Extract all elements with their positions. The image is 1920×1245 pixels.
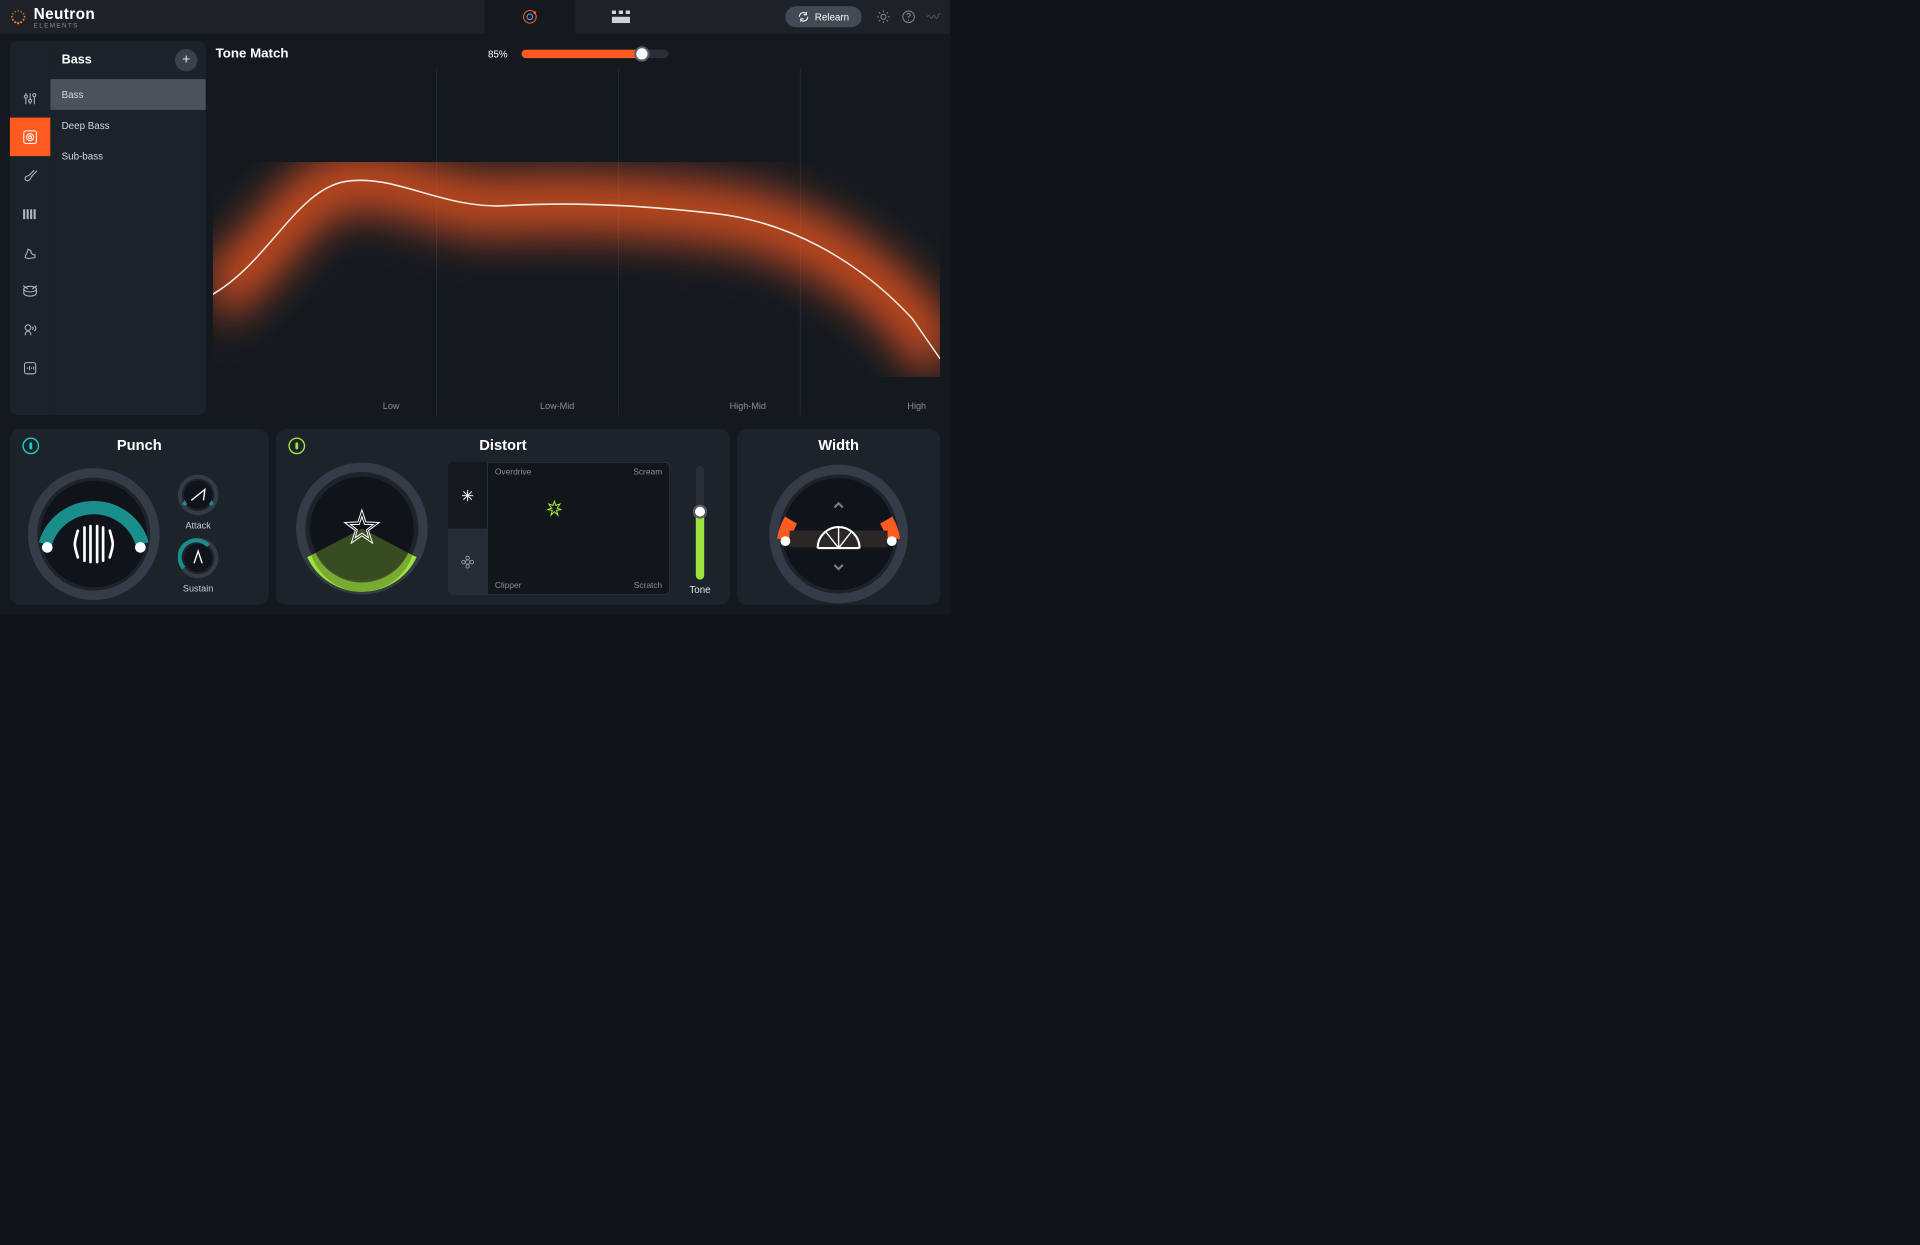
sidebar-category-voice[interactable] (10, 310, 51, 349)
sidebar-category-sliders[interactable] (10, 79, 51, 118)
punch-title: Punch (10, 438, 269, 455)
app-name: Neutron (34, 5, 95, 23)
relearn-button[interactable]: Relearn (785, 6, 861, 27)
sidebar-category-bass[interactable] (10, 118, 51, 156)
sidebar-item-sub-bass[interactable]: Sub-bass (50, 141, 205, 172)
sidebar-category-clip[interactable] (10, 349, 51, 388)
help-icon[interactable] (901, 9, 916, 24)
app-logo: Neutron ELEMENTS (8, 5, 95, 29)
tone-match-percent: 85% (488, 48, 508, 59)
tone-match-title: Tone Match (216, 46, 289, 61)
spectrum-display[interactable]: Low Low-Mid High-Mid High (213, 69, 940, 416)
add-preset-button[interactable]: + (175, 49, 197, 71)
tone-slider[interactable] (696, 466, 704, 579)
pad-cursor-icon (546, 500, 563, 517)
sustain-knob[interactable] (178, 537, 219, 578)
wave-icon[interactable] (926, 9, 941, 24)
sidebar-category-brass[interactable] (10, 233, 51, 272)
relearn-icon (798, 11, 809, 22)
width-title: Width (737, 438, 940, 455)
header-tabs (484, 0, 666, 34)
pad-label-clipper: Clipper (488, 576, 529, 594)
pad-label-scratch: Scratch (627, 576, 669, 594)
freq-label-high: High (840, 400, 940, 411)
freq-label-highmid: High-Mid (656, 400, 840, 411)
distort-style-tab-1[interactable] (448, 462, 487, 529)
freq-label-lowmid: Low-Mid (459, 400, 656, 411)
gear-icon[interactable] (876, 9, 891, 24)
tab-detail[interactable] (575, 0, 666, 34)
detail-icon (612, 11, 630, 24)
sustain-label: Sustain (178, 583, 219, 594)
attack-label: Attack (178, 520, 219, 531)
distort-title: Distort (276, 437, 730, 454)
distort-power-button[interactable] (288, 437, 305, 454)
pad-label-scream: Scream (626, 463, 669, 481)
module-distort: Distort (276, 429, 730, 605)
freq-labels: Low Low-Mid High-Mid High (213, 400, 940, 411)
sparkle-icon (461, 488, 475, 502)
punch-power-button[interactable] (22, 438, 39, 455)
flower-icon (461, 555, 475, 569)
distort-knob[interactable] (295, 462, 428, 595)
distort-style-tab-2[interactable] (448, 529, 487, 596)
assistant-icon (521, 8, 539, 26)
width-knob[interactable] (769, 464, 909, 604)
sidebar-panel: Bass + Bass Deep Bass Sub-bass (50, 41, 205, 416)
sidebar-category-drums[interactable] (10, 272, 51, 311)
punch-knob[interactable] (27, 467, 160, 600)
freq-label-low: Low (323, 400, 458, 411)
sidebar-item-bass[interactable]: Bass (50, 79, 205, 110)
sidebar-item-deep-bass[interactable]: Deep Bass (50, 110, 205, 141)
module-punch: Punch (10, 429, 269, 605)
logo-icon (8, 7, 28, 27)
module-width: Width (737, 429, 940, 605)
relearn-label: Relearn (815, 11, 849, 22)
sidebar: Bass + Bass Deep Bass Sub-bass (10, 41, 206, 416)
app-header: Neutron ELEMENTS (0, 0, 950, 34)
tone-label: Tone (689, 584, 710, 595)
modules-row: Punch (0, 422, 950, 614)
sidebar-category-keys[interactable] (10, 195, 51, 234)
pad-label-overdrive: Overdrive (488, 463, 538, 481)
tab-assistant[interactable] (484, 0, 575, 34)
sidebar-icon-column (10, 41, 51, 416)
sidebar-title: Bass (62, 53, 175, 68)
distort-xy-pad[interactable]: Overdrive Scream Clipper Scratch (487, 462, 670, 595)
attack-knob[interactable] (178, 474, 219, 515)
tone-match-slider[interactable] (522, 50, 669, 58)
main-panel: Tone Match 85% (206, 34, 950, 423)
sidebar-category-guitar[interactable] (10, 156, 51, 195)
